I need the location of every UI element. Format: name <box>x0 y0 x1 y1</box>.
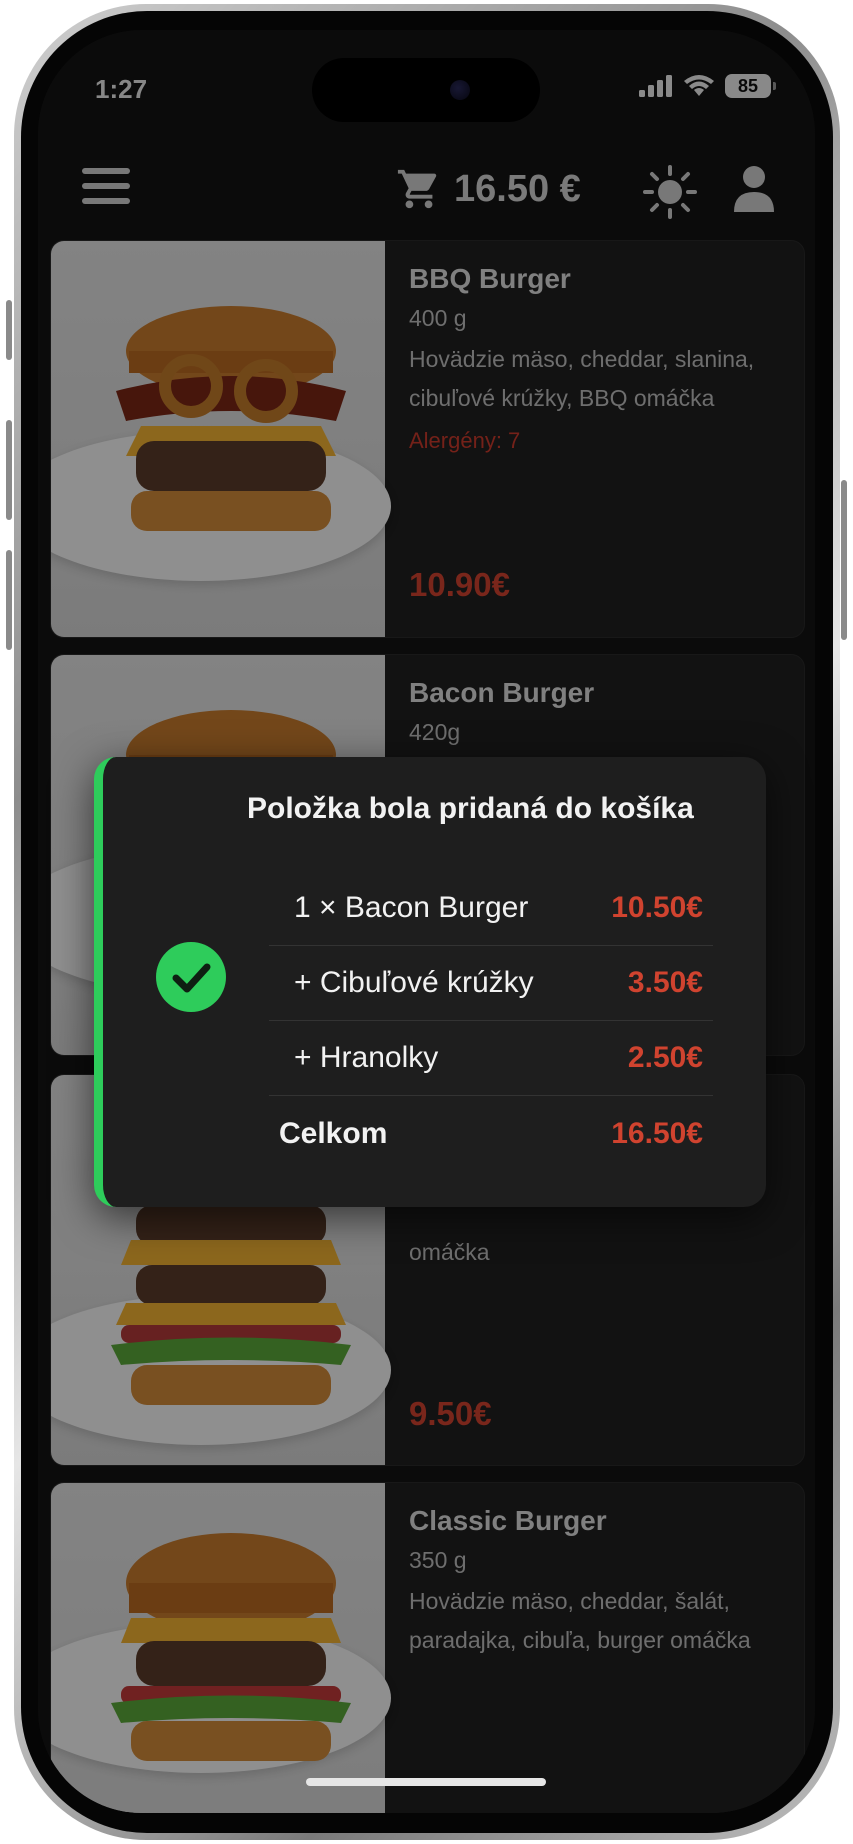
product-weight: 400 g <box>409 305 467 331</box>
toast-line-item: + Cibuľové krúžky 3.50€ <box>269 946 713 1021</box>
checkmark-circle-icon <box>156 942 226 1012</box>
product-info: Bacon Burger 420g <box>409 677 786 754</box>
product-info: BBQ Burger 400 g Hovädzie mäso, cheddar,… <box>409 263 786 454</box>
product-name: Bacon Burger <box>409 677 595 708</box>
toast-title: Položka bola pridaná do košíka <box>247 792 694 825</box>
home-indicator[interactable] <box>306 1778 546 1786</box>
front-camera <box>450 80 470 100</box>
hamburger-menu-icon[interactable] <box>82 168 130 210</box>
product-name: Classic Burger <box>409 1505 607 1536</box>
line-item-label: + Hranolky <box>294 1041 439 1074</box>
product-info: Classic Burger 350 g Hovädzie mäso, ched… <box>409 1505 786 1660</box>
status-time: 1:27 <box>95 74 148 104</box>
product-price: 10.90€ <box>409 566 510 603</box>
product-image <box>51 1483 391 1813</box>
cart-button[interactable]: 16.50 € <box>396 166 581 212</box>
toast-line-item: + Hranolky 2.50€ <box>269 1021 713 1096</box>
product-weight: 350 g <box>409 1547 467 1573</box>
toast-line-item: 1 × Bacon Burger 10.50€ <box>269 871 713 946</box>
user-account-button[interactable] <box>732 164 776 219</box>
added-to-cart-toast[interactable]: Položka bola pridaná do košíka 1 × Bacon… <box>94 757 766 1207</box>
line-item-price: 10.50€ <box>611 891 703 924</box>
burger-illustration <box>111 1533 351 1761</box>
product-card[interactable]: BBQ Burger 400 g Hovädzie mäso, cheddar,… <box>50 240 805 638</box>
battery-indicator: 85 <box>725 74 776 98</box>
volume-up-button <box>6 420 12 520</box>
action-button <box>6 300 12 360</box>
total-label: Celkom <box>279 1117 388 1150</box>
line-item-price: 2.50€ <box>627 1041 703 1074</box>
power-button <box>841 480 847 640</box>
product-name: BBQ Burger <box>409 263 571 294</box>
product-allergens: Alergény: 7 <box>409 428 521 453</box>
toast-total-row: Celkom 16.50€ <box>269 1097 713 1171</box>
burger-illustration <box>116 306 346 531</box>
product-info: omáčka <box>409 1233 786 1272</box>
line-item-label: + Cibuľové krúžky <box>294 966 534 999</box>
sun-icon <box>643 165 697 219</box>
shopping-cart-icon <box>397 169 437 209</box>
line-item-price: 3.50€ <box>627 966 703 999</box>
app-header: 16.50 € <box>38 150 815 240</box>
product-weight: 420g <box>409 719 461 745</box>
burger-illustration <box>111 1205 351 1405</box>
product-image <box>51 241 391 637</box>
product-price: 9.50€ <box>409 1395 492 1432</box>
user-icon <box>734 166 774 212</box>
wifi-icon <box>684 75 714 96</box>
cart-total: 16.50 € <box>454 167 581 210</box>
status-icons: 85 <box>639 74 776 98</box>
line-item-label: 1 × Bacon Burger <box>294 891 529 924</box>
volume-down-button <box>6 550 12 650</box>
dynamic-island <box>312 58 540 122</box>
product-description: omáčka <box>409 1239 490 1265</box>
signal-icon <box>639 75 672 97</box>
product-description: Hovädzie mäso, cheddar, šalát, paradajka… <box>409 1588 751 1653</box>
total-price: 16.50€ <box>611 1117 703 1150</box>
product-card[interactable]: Classic Burger 350 g Hovädzie mäso, ched… <box>50 1482 805 1813</box>
product-description: Hovädzie mäso, cheddar, slanina, cibuľov… <box>409 346 755 411</box>
theme-toggle-button[interactable] <box>642 164 698 225</box>
